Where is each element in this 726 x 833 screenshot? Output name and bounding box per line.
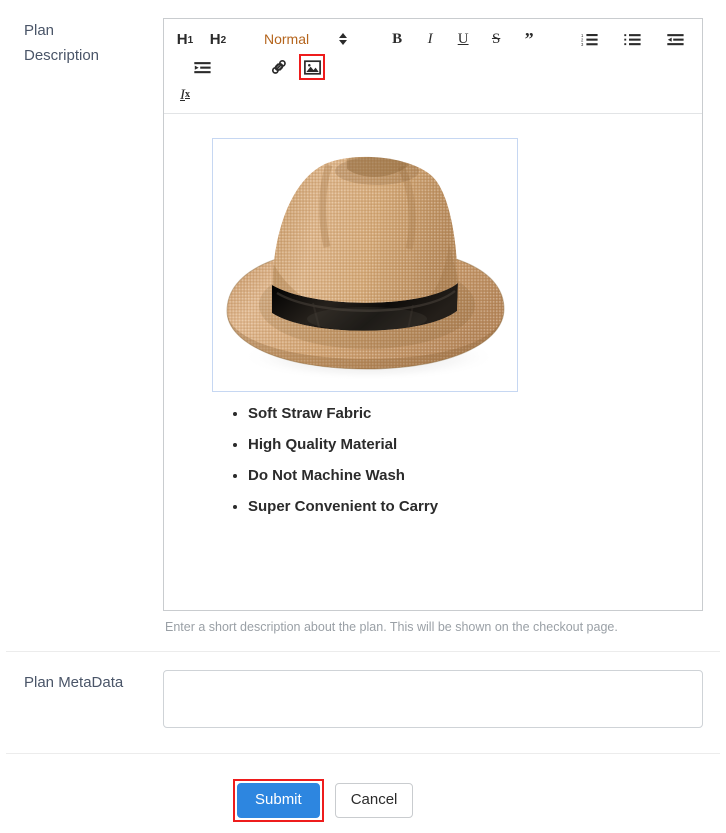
list-item: Super Convenient to Carry xyxy=(248,499,676,514)
bold-button[interactable]: B xyxy=(384,26,410,52)
list-item: Do Not Machine Wash xyxy=(248,468,676,483)
link-icon xyxy=(271,59,287,75)
heading-1-label: H xyxy=(176,30,188,48)
plan-description-label: Plan Description xyxy=(0,18,163,68)
plan-description-label-line1: Plan xyxy=(24,22,55,39)
bullet-list-button[interactable] xyxy=(619,26,645,52)
plan-description-control: H1 H2 Normal B I U S ” 1 2 3 I x • Soft … xyxy=(163,18,703,634)
text-style-select-value: Normal xyxy=(264,31,310,47)
submit-button-highlight: Submit xyxy=(233,779,324,822)
insert-image-button[interactable] xyxy=(299,54,325,80)
form-footer: Submit Cancel xyxy=(0,754,726,822)
clear-formatting-sub: x xyxy=(185,89,190,100)
plan-metadata-row: Plan MetaData xyxy=(0,652,726,733)
cancel-button[interactable]: Cancel xyxy=(334,783,414,818)
outdent-icon xyxy=(666,32,684,47)
underline-button[interactable]: U xyxy=(450,26,476,52)
text-style-select[interactable]: Normal xyxy=(261,26,350,52)
strikethrough-button[interactable]: S xyxy=(483,26,509,52)
plan-metadata-label: Plan MetaData xyxy=(24,674,124,691)
heading-2-label: H xyxy=(209,30,221,48)
list-item: Soft Straw Fabric xyxy=(248,406,676,421)
chevron-updown-icon xyxy=(339,33,348,45)
plan-metadata-control xyxy=(163,670,703,733)
image-icon xyxy=(303,59,321,75)
feature-bullet-list: Soft Straw Fabric High Quality Material … xyxy=(190,406,676,514)
editor-content-area[interactable]: Soft Straw Fabric High Quality Material … xyxy=(164,114,702,610)
inserted-image-frame[interactable] xyxy=(212,138,518,392)
indent-button[interactable] xyxy=(189,54,215,80)
editor-toolbar: H1 H2 Normal B I U S ” 1 2 3 I x xyxy=(164,19,702,114)
outdent-button[interactable] xyxy=(662,26,688,52)
plan-description-row: Plan Description H1 H2 Normal B I U S ” … xyxy=(0,0,726,634)
plan-description-label-line2: Description xyxy=(24,47,100,64)
plan-metadata-input[interactable] xyxy=(163,670,703,728)
italic-button[interactable]: I xyxy=(417,26,443,52)
submit-button[interactable]: Submit xyxy=(237,783,320,818)
ordered-list-button[interactable]: 1 2 3 xyxy=(576,26,602,52)
link-button[interactable] xyxy=(266,54,292,80)
heading-2-button[interactable]: H2 xyxy=(205,26,231,52)
ordered-list-icon: 1 2 3 xyxy=(581,32,598,47)
svg-text:3: 3 xyxy=(581,42,584,47)
rich-text-editor: H1 H2 Normal B I U S ” 1 2 3 I x • Soft … xyxy=(163,18,703,611)
straw-fedora-hat-image[interactable] xyxy=(216,142,514,388)
clear-formatting-button[interactable]: Ix xyxy=(172,82,198,108)
list-item: High Quality Material xyxy=(248,437,676,452)
indent-icon xyxy=(193,60,211,75)
heading-1-button[interactable]: H1 xyxy=(172,26,198,52)
bullet-list-icon xyxy=(623,32,641,47)
blockquote-button[interactable]: ” xyxy=(516,26,542,52)
plan-description-help-text: Enter a short description about the plan… xyxy=(165,620,618,634)
